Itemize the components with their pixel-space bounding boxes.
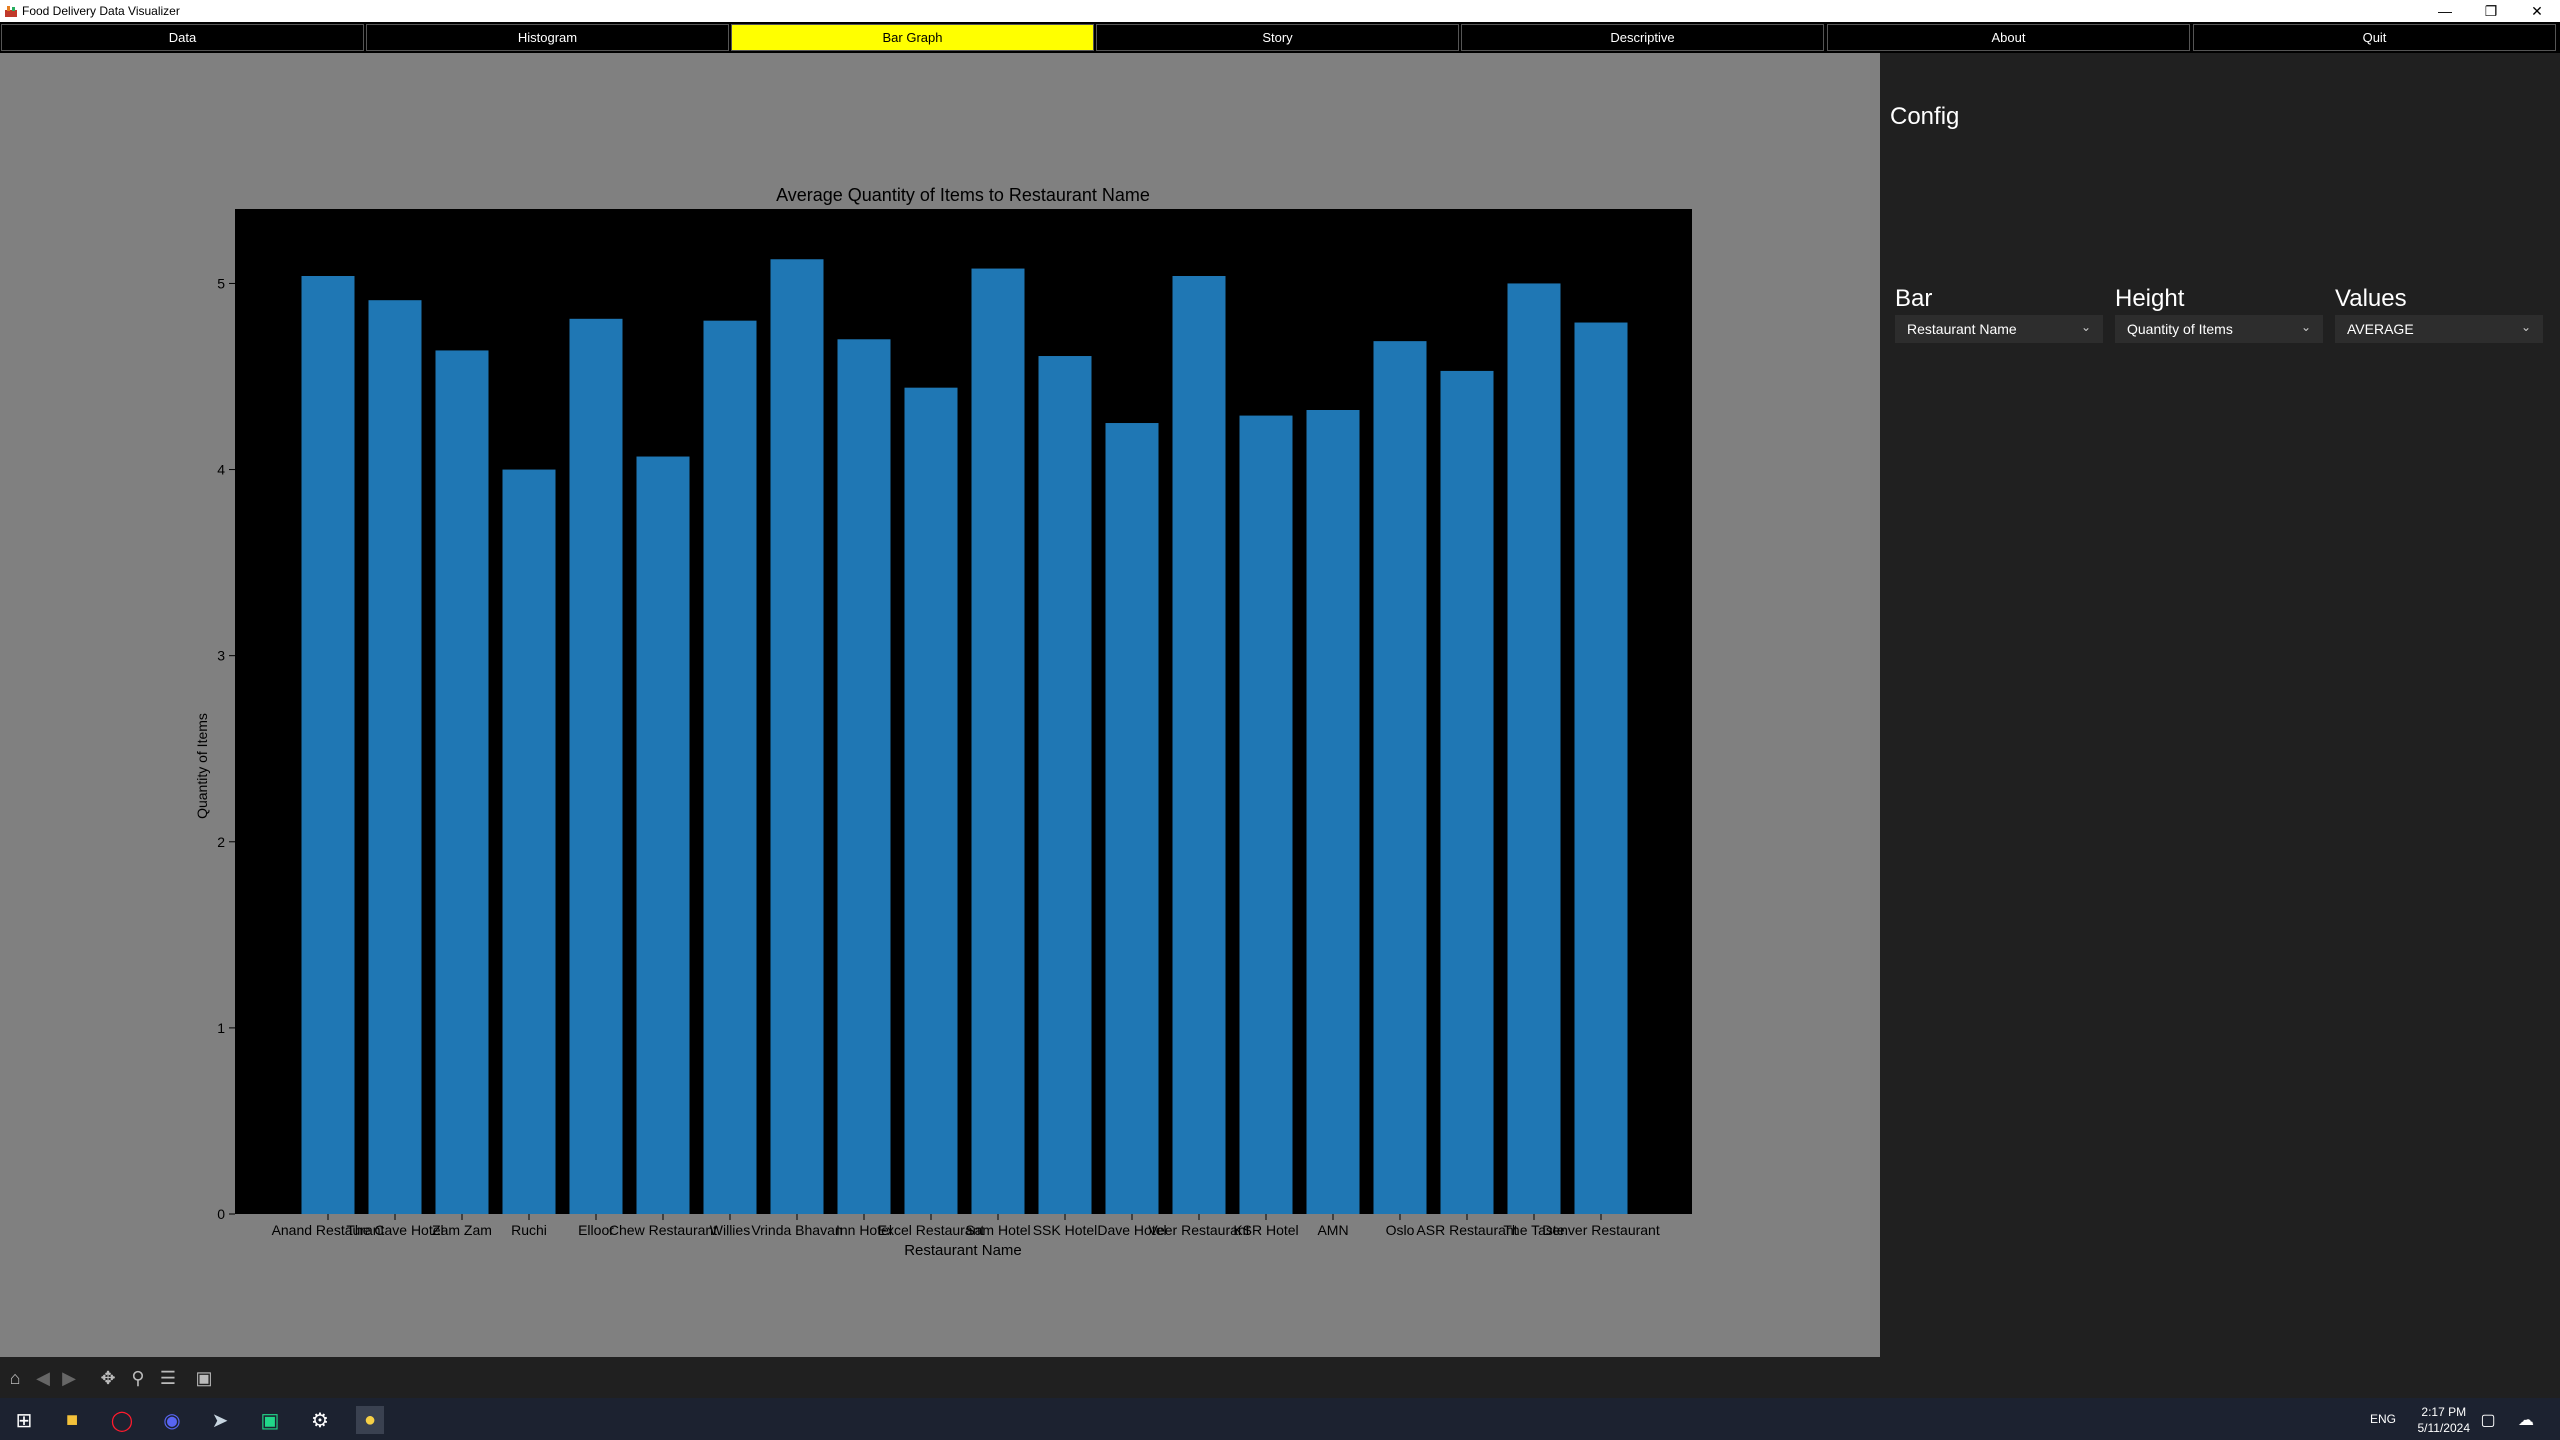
notifications-icon[interactable]: ▢ [2474,1406,2502,1434]
tab-histogram[interactable]: Histogram [366,24,729,51]
bar-label: Bar [1895,285,1933,312]
y-tick-label: 3 [217,648,225,664]
x-tick-label: Zam Zam [432,1222,492,1238]
close-button[interactable]: ✕ [2514,0,2560,22]
language-indicator[interactable]: ENG [2370,1412,2396,1426]
tab-bar: Data Histogram Bar Graph Story Descripti… [0,22,2560,53]
bar[interactable] [971,268,1025,1214]
clock[interactable]: 2:17 PM 5/11/2024 [2418,1404,2471,1436]
bar[interactable] [1038,356,1092,1214]
minimize-icon: — [2438,3,2452,19]
x-tick-label: Oslo [1386,1222,1415,1238]
app-icon [5,6,17,17]
chevron-down-icon: ⌄ [2300,320,2311,334]
y-tick-label: 2 [217,834,225,850]
y-tick-label: 4 [217,462,225,478]
discord-icon[interactable]: ◉ [158,1406,186,1434]
x-tick-label: Sam Hotel [965,1222,1030,1238]
file-explorer-icon[interactable]: ■ [58,1406,86,1434]
minimize-button[interactable]: — [2422,0,2468,22]
windows-start-icon[interactable]: ⊞ [10,1406,38,1434]
save-icon[interactable]: ▣ [193,1367,215,1389]
bar[interactable] [770,259,824,1214]
plot-toolbar: ⌂ ◀ ▶ ✥ ⚲ ☰ ▣ [0,1357,1880,1398]
height-select[interactable]: Quantity of Items ⌄ [2115,315,2323,343]
x-tick-label: SSK Hotel [1033,1222,1098,1238]
tab-data[interactable]: Data [1,24,364,51]
x-tick-label: KSR Hotel [1233,1222,1298,1238]
restore-icon: ❐ [2484,2,2498,19]
config-title: Config [1890,103,1960,130]
x-tick-label: Ruchi [511,1222,547,1238]
chevron-down-icon: ⌄ [2080,320,2091,334]
steam-icon[interactable]: ➤ [206,1406,234,1434]
close-icon: ✕ [2531,2,2543,19]
bar[interactable] [1239,415,1293,1214]
y-tick-label: 5 [217,275,225,291]
bar[interactable] [368,300,422,1214]
clock-time: 2:17 PM [2421,1405,2467,1419]
x-tick-label: The Cave Hotel [346,1222,443,1238]
bar[interactable] [301,276,355,1214]
home-icon[interactable]: ⌂ [4,1367,26,1389]
clock-date: 5/11/2024 [2417,1421,2471,1435]
bar[interactable] [1507,283,1561,1214]
tab-story[interactable]: Story [1096,24,1459,51]
pycharm-icon[interactable]: ▣ [256,1406,284,1434]
taskbar: ⊞ ■ ◯ ◉ ➤ ▣ ⚙ ● ENG 2:17 PM 5/11/2024 ▢ … [0,1398,2560,1440]
tab-about[interactable]: About [1827,24,2190,51]
configure-subplots-icon[interactable]: ☰ [157,1367,179,1389]
x-tick-label: Willies [710,1222,750,1238]
x-tick-label: Chew Restaurant [609,1222,717,1238]
x-axis: Anand RestaurantThe Cave HotelZam Zam Ruc… [272,1214,1660,1238]
bar[interactable] [1172,276,1226,1214]
bar[interactable] [569,318,623,1214]
python-icon[interactable]: ● [356,1406,384,1434]
bar[interactable] [1306,410,1360,1214]
bar-chart[interactable]: Average Quantity of Items to Restaurant … [0,53,1880,1357]
forward-icon[interactable]: ▶ [58,1367,80,1389]
config-panel: Config Bar Restaurant Name ⌄ Height Quan… [1880,53,2560,1357]
bar-select-value: Restaurant Name [1907,321,2017,337]
chevron-down-icon: ⌄ [2520,320,2531,334]
x-tick-label: AMN [1317,1222,1348,1238]
height-select-value: Quantity of Items [2127,321,2233,337]
zoom-icon[interactable]: ⚲ [127,1367,149,1389]
bar[interactable] [636,456,690,1214]
values-select-value: AVERAGE [2347,321,2414,337]
window-titlebar: Food Delivery Data Visualizer — ❐ ✕ [0,0,2560,22]
window-title: Food Delivery Data Visualizer [22,4,180,18]
plot-area: Average Quantity of Items to Restaurant … [0,53,1880,1357]
bar[interactable] [904,387,958,1215]
pan-icon[interactable]: ✥ [97,1367,119,1389]
tab-descriptive[interactable]: Descriptive [1461,24,1824,51]
bar[interactable] [502,469,556,1214]
y-axis-label: Quantity of Items [194,713,210,819]
values-label: Values [2335,285,2407,312]
restore-button[interactable]: ❐ [2468,0,2514,22]
tab-bar-graph[interactable]: Bar Graph [731,24,1094,51]
bar[interactable] [1574,322,1628,1214]
settings-icon[interactable]: ⚙ [306,1406,334,1434]
height-label: Height [2115,285,2185,312]
y-tick-label: 0 [217,1206,225,1222]
x-tick-label: Denver Restaurant [1542,1222,1660,1238]
tab-quit[interactable]: Quit [2193,24,2556,51]
opera-icon[interactable]: ◯ [108,1406,136,1434]
x-axis-label: Restaurant Name [904,1242,1022,1259]
back-icon[interactable]: ◀ [32,1367,54,1389]
bar[interactable] [1440,370,1494,1215]
values-select[interactable]: AVERAGE ⌄ [2335,315,2543,343]
x-tick-label: Vrinda Bhavan [751,1222,842,1238]
bar[interactable] [1373,341,1427,1214]
bar[interactable] [435,350,489,1214]
bar[interactable] [837,339,891,1214]
bar[interactable] [1105,423,1159,1214]
bar-select[interactable]: Restaurant Name ⌄ [1895,315,2103,343]
bar[interactable] [703,320,757,1215]
onedrive-icon[interactable]: ☁ [2512,1406,2540,1434]
y-tick-label: 1 [217,1020,225,1036]
y-axis: 0 1 2 3 4 5 [217,275,235,1222]
chart-title: Average Quantity of Items to Restaurant … [776,185,1150,205]
